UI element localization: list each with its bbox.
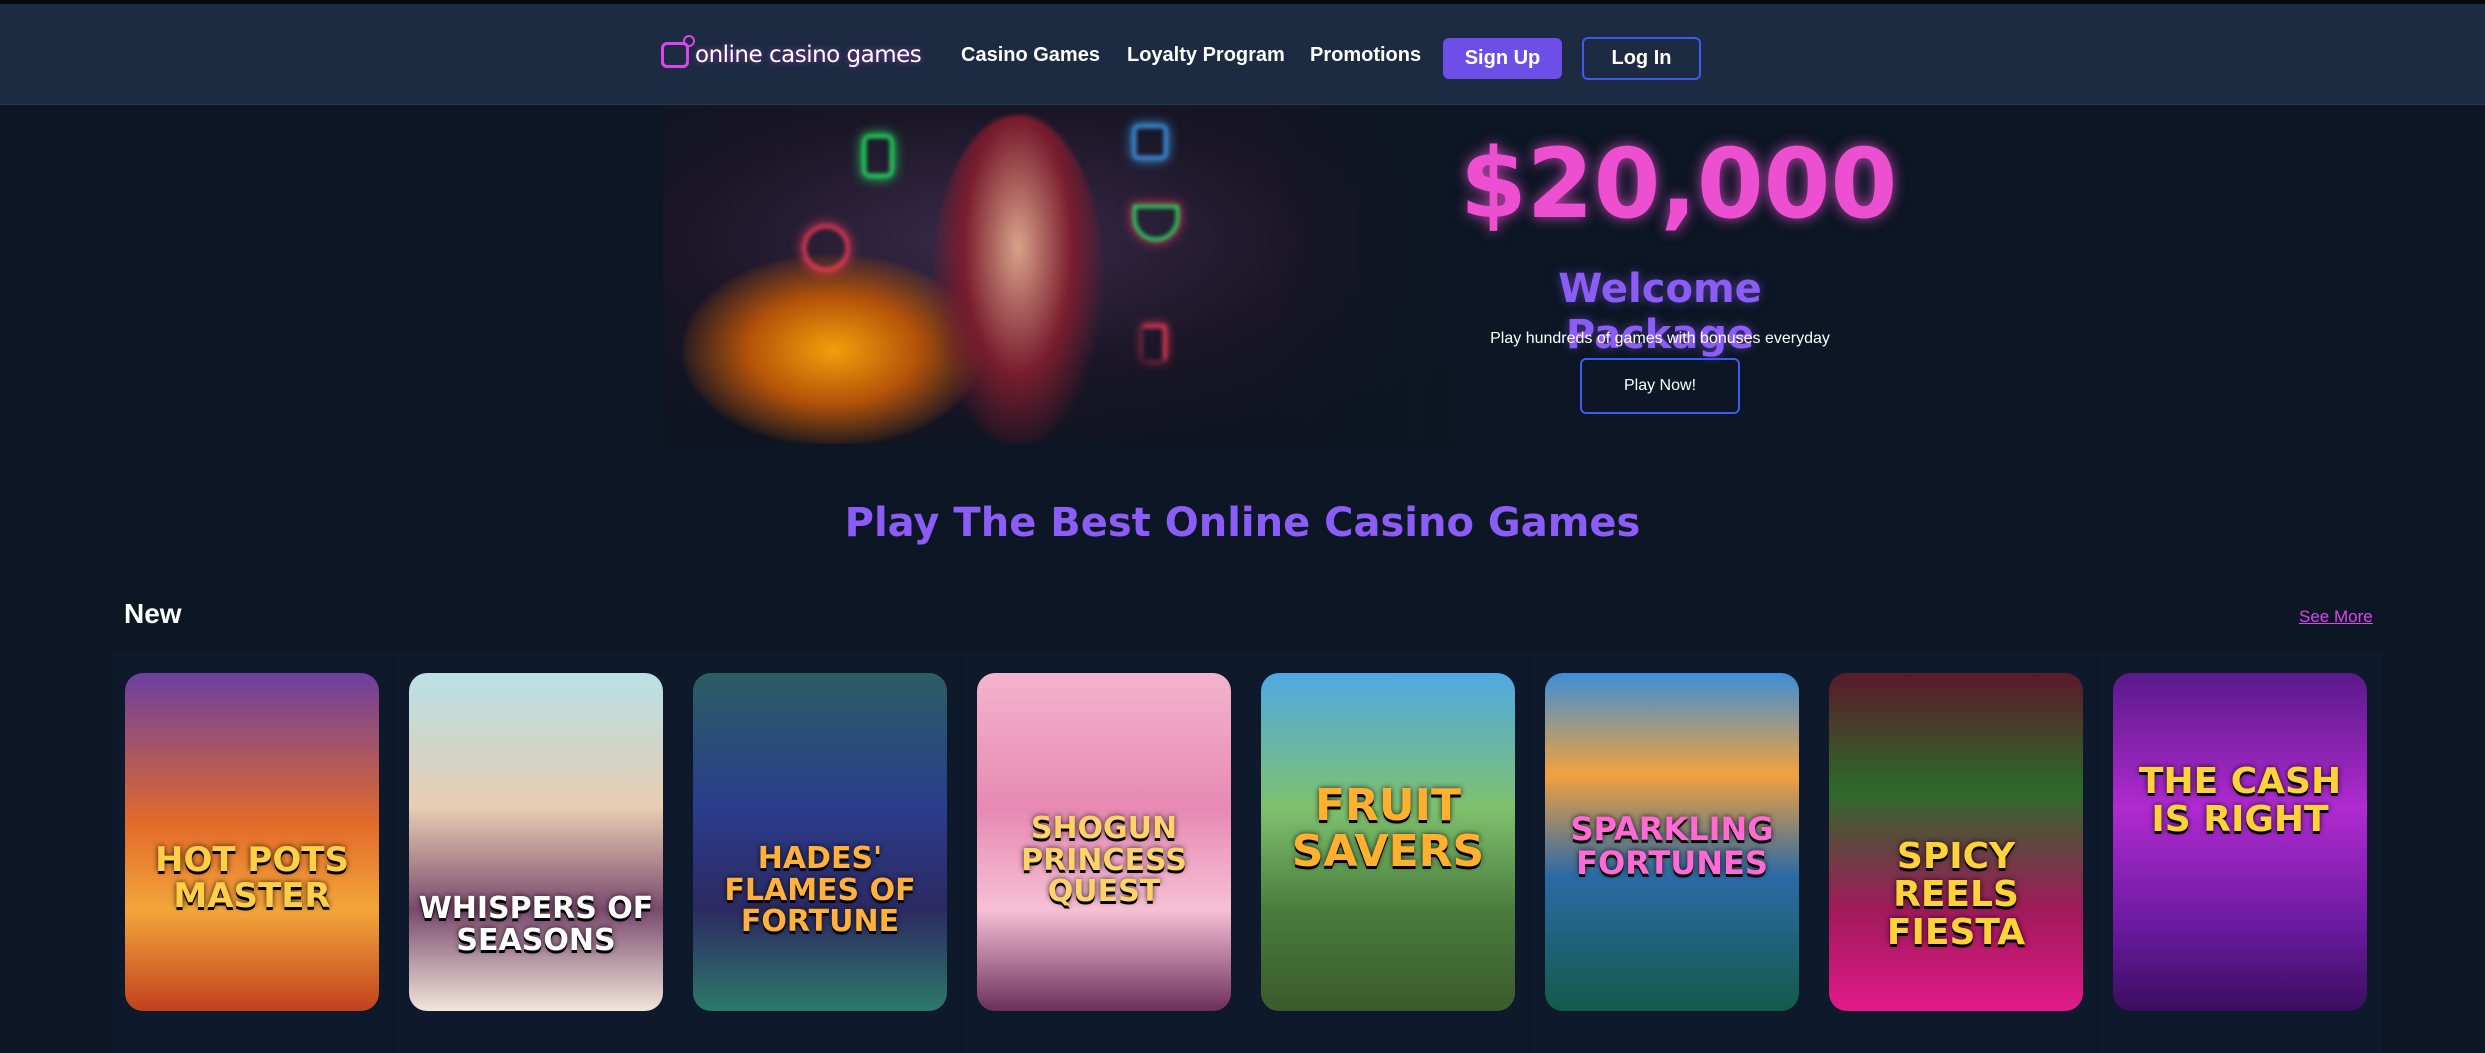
game-tile-hot-pots-master[interactable]: HOT POTS MASTER bbox=[125, 673, 379, 1011]
site-logo[interactable]: online casino games bbox=[661, 35, 922, 72]
game-title: WHISPERS OF SEASONS bbox=[418, 891, 654, 958]
game-tile-sparkling-fortunes[interactable]: SPARKLING FORTUNES bbox=[1545, 673, 1799, 1011]
hero-banner-image bbox=[663, 105, 1488, 444]
game-title: SPICY REELS FIESTA bbox=[1886, 836, 2026, 953]
site-header: online casino games Casino Games Loyalty… bbox=[0, 4, 2485, 105]
game-title: SHOGUN PRINCESS QUEST bbox=[1021, 811, 1187, 909]
nav-loyalty-program[interactable]: Loyalty Program bbox=[1127, 44, 1285, 67]
hero-subtitle: Play hundreds of games with bonuses ever… bbox=[1490, 330, 1830, 347]
play-now-button[interactable]: Play Now! bbox=[1580, 358, 1740, 414]
game-title: SPARKLING FORTUNES bbox=[1570, 810, 1774, 882]
hero-amount: $20,000 bbox=[1460, 128, 1898, 240]
game-tile-whispers-of-seasons[interactable]: WHISPERS OF SEASONS bbox=[409, 673, 663, 1011]
nav-promotions[interactable]: Promotions bbox=[1310, 44, 1421, 67]
game-title: FRUIT SAVERS bbox=[1291, 780, 1485, 878]
game-tile-fruit-savers[interactable]: FRUIT SAVERS bbox=[1261, 673, 1515, 1011]
game-title: HADES' FLAMES OF FORTUNE bbox=[724, 841, 916, 939]
game-tile-shogun-princess-quest[interactable]: SHOGUN PRINCESS QUEST bbox=[977, 673, 1231, 1011]
see-more-link[interactable]: See More bbox=[2299, 607, 2373, 627]
logo-icon bbox=[661, 35, 695, 68]
game-tile-hades-flames-of-fortune[interactable]: HADES' FLAMES OF FORTUNE bbox=[693, 673, 947, 1011]
game-title: HOT POTS MASTER bbox=[155, 840, 349, 916]
game-tile-spicy-reels-fiesta[interactable]: SPICY REELS FIESTA bbox=[1829, 673, 2083, 1011]
section-title: Play The Best Online Casino Games bbox=[844, 500, 1641, 546]
login-button[interactable]: Log In bbox=[1582, 37, 1701, 80]
logo-text: online casino games bbox=[695, 42, 922, 68]
game-title: THE CASH IS RIGHT bbox=[2138, 761, 2342, 840]
signup-button[interactable]: Sign Up bbox=[1443, 38, 1562, 79]
game-tile-the-cash-is-right[interactable]: THE CASH IS RIGHT bbox=[2113, 673, 2367, 1011]
row-title-new: New bbox=[124, 598, 182, 629]
nav-casino-games[interactable]: Casino Games bbox=[961, 44, 1100, 67]
